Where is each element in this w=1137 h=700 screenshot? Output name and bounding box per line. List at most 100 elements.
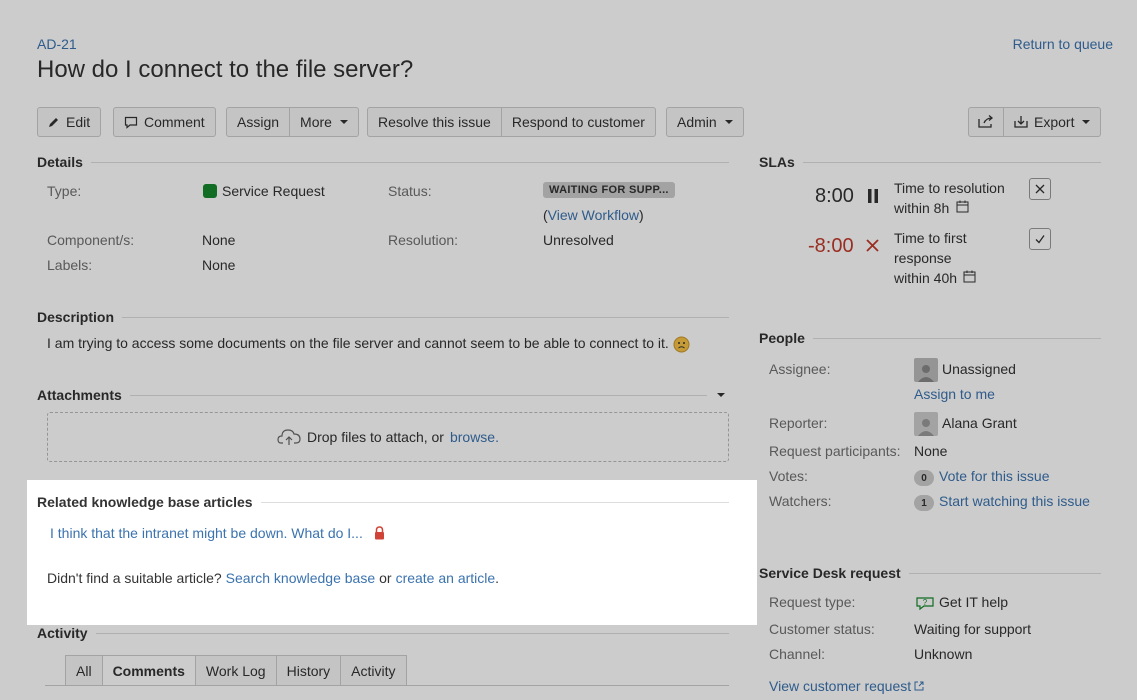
issue-key-link[interactable]: AD-21 [37,36,77,52]
comment-button[interactable]: Comment [113,107,216,137]
kb-heading: Related knowledge base articles [37,494,729,510]
kb-not-found-text: Didn't find a suitable article? [47,570,222,586]
sla-first-response-name-1: Time to first [894,230,967,246]
type-value: Service Request [222,183,325,199]
assign-to-me-link[interactable]: Assign to me [914,386,995,402]
create-article-link[interactable]: create an article [396,570,496,586]
resolve-issue-button[interactable]: Resolve this issue [367,107,502,137]
view-workflow-wrapper: (View Workflow) [543,207,644,223]
service-desk-request-heading: Service Desk request [759,565,1101,581]
votes-count-badge: 0 [914,470,934,486]
slas-heading: SLAs [759,154,1101,170]
type-label: Type: [47,183,82,199]
watchers-count-badge: 1 [914,495,934,511]
toolbar: Edit [37,107,102,137]
chevron-down-icon [339,120,348,124]
breached-icon [866,239,879,252]
respond-to-customer-button[interactable]: Respond to customer [501,107,656,137]
share-button[interactable] [968,107,1004,137]
close-icon [1029,178,1051,200]
assign-button[interactable]: Assign [226,107,291,137]
assignee-value: Unassigned [942,361,1016,377]
help-bubble-icon: ? [916,597,934,611]
calendar-icon [956,200,969,213]
reporter-label: Reporter: [769,415,828,431]
issue-title: How do I connect to the file server? [37,56,414,83]
sla-resolution-time: 8:00 [815,185,854,207]
service-request-icon [203,184,217,198]
request-type-label: Request type: [769,594,856,610]
tab-work-log[interactable]: Work Log [195,655,277,685]
tabs-divider [45,685,729,686]
resolution-value: Unresolved [543,232,614,248]
check-icon [1029,228,1051,250]
export-button[interactable]: Export [1004,107,1102,137]
svg-text:?: ? [923,598,928,607]
activity-tabs: All Comments Work Log History Activity [65,655,407,685]
description-text: I am trying to access some documents on … [47,335,669,351]
export-icon [1014,116,1028,128]
knowledge-base-panel: Related knowledge base articles I think … [27,480,757,625]
kb-article-link[interactable]: I think that the intranet might be down.… [50,525,363,541]
participants-label: Request participants: [769,443,901,459]
cloud-upload-icon [277,429,301,445]
reporter-value: Alana Grant [942,415,1017,431]
sla-first-response-time: -8:00 [808,235,854,257]
calendar-icon [963,270,976,283]
sla-first-response-name-2: response [894,250,952,266]
tab-history[interactable]: History [276,655,342,685]
attachments-heading: Attachments [37,387,729,403]
chevron-down-icon [1082,120,1091,124]
view-workflow-link[interactable]: View Workflow [548,207,639,223]
details-heading: Details [37,154,729,170]
return-to-queue-link[interactable]: Return to queue [1013,36,1113,52]
customer-status-label: Customer status: [769,621,875,637]
tab-all[interactable]: All [65,655,103,685]
customer-status-value: Waiting for support [914,621,1031,637]
sla-first-response-target: within 40h [894,270,958,286]
browse-link[interactable]: browse. [450,429,499,445]
watchers-label: Watchers: [769,493,832,509]
component-value: None [202,232,236,248]
channel-value: Unknown [914,646,973,662]
component-label: Component/s: [47,232,135,248]
share-icon [978,115,994,128]
votes-label: Votes: [769,468,808,484]
more-button[interactable]: More [290,107,359,137]
kb-or-text: or [379,570,392,586]
labels-value: None [202,257,236,273]
sad-face-icon [673,336,690,353]
edit-button[interactable]: Edit [37,107,102,137]
activity-heading: Activity [37,625,729,641]
request-type-value: Get IT help [939,594,1009,610]
status-badge: WAITING FOR SUPP... [543,182,675,198]
kb-suggestion-line: Didn't find a suitable article? Search k… [47,570,499,586]
assignee-label: Assignee: [769,361,831,377]
lock-icon [375,526,384,540]
participants-value: None [914,443,948,459]
kb-period: . [495,570,500,586]
sla-resolution-name: Time to resolution [894,180,1005,196]
external-link-icon [914,681,924,691]
chevron-down-icon [724,120,733,124]
search-knowledge-base-link[interactable]: Search knowledge base [226,570,375,586]
pause-icon [868,189,878,203]
watch-link[interactable]: Start watching this issue [939,493,1090,509]
admin-button[interactable]: Admin [666,107,744,137]
channel-label: Channel: [769,646,826,662]
unassigned-avatar [914,358,938,382]
comment-icon [124,116,138,129]
vote-link[interactable]: Vote for this issue [939,468,1050,484]
sla-resolution-target: within 8h [894,200,950,216]
pencil-icon [49,118,58,127]
tab-activity[interactable]: Activity [341,655,407,685]
attachment-dropzone[interactable]: Drop files to attach, or browse. [47,412,729,462]
tab-comments[interactable]: Comments [102,655,196,685]
status-label: Status: [388,183,432,199]
chevron-down-icon[interactable] [717,393,725,397]
description-heading: Description [37,309,729,325]
people-heading: People [759,330,1101,346]
labels-label: Labels: [47,257,93,273]
resolution-label: Resolution: [388,232,459,248]
view-customer-request-link[interactable]: View customer request [769,678,924,694]
